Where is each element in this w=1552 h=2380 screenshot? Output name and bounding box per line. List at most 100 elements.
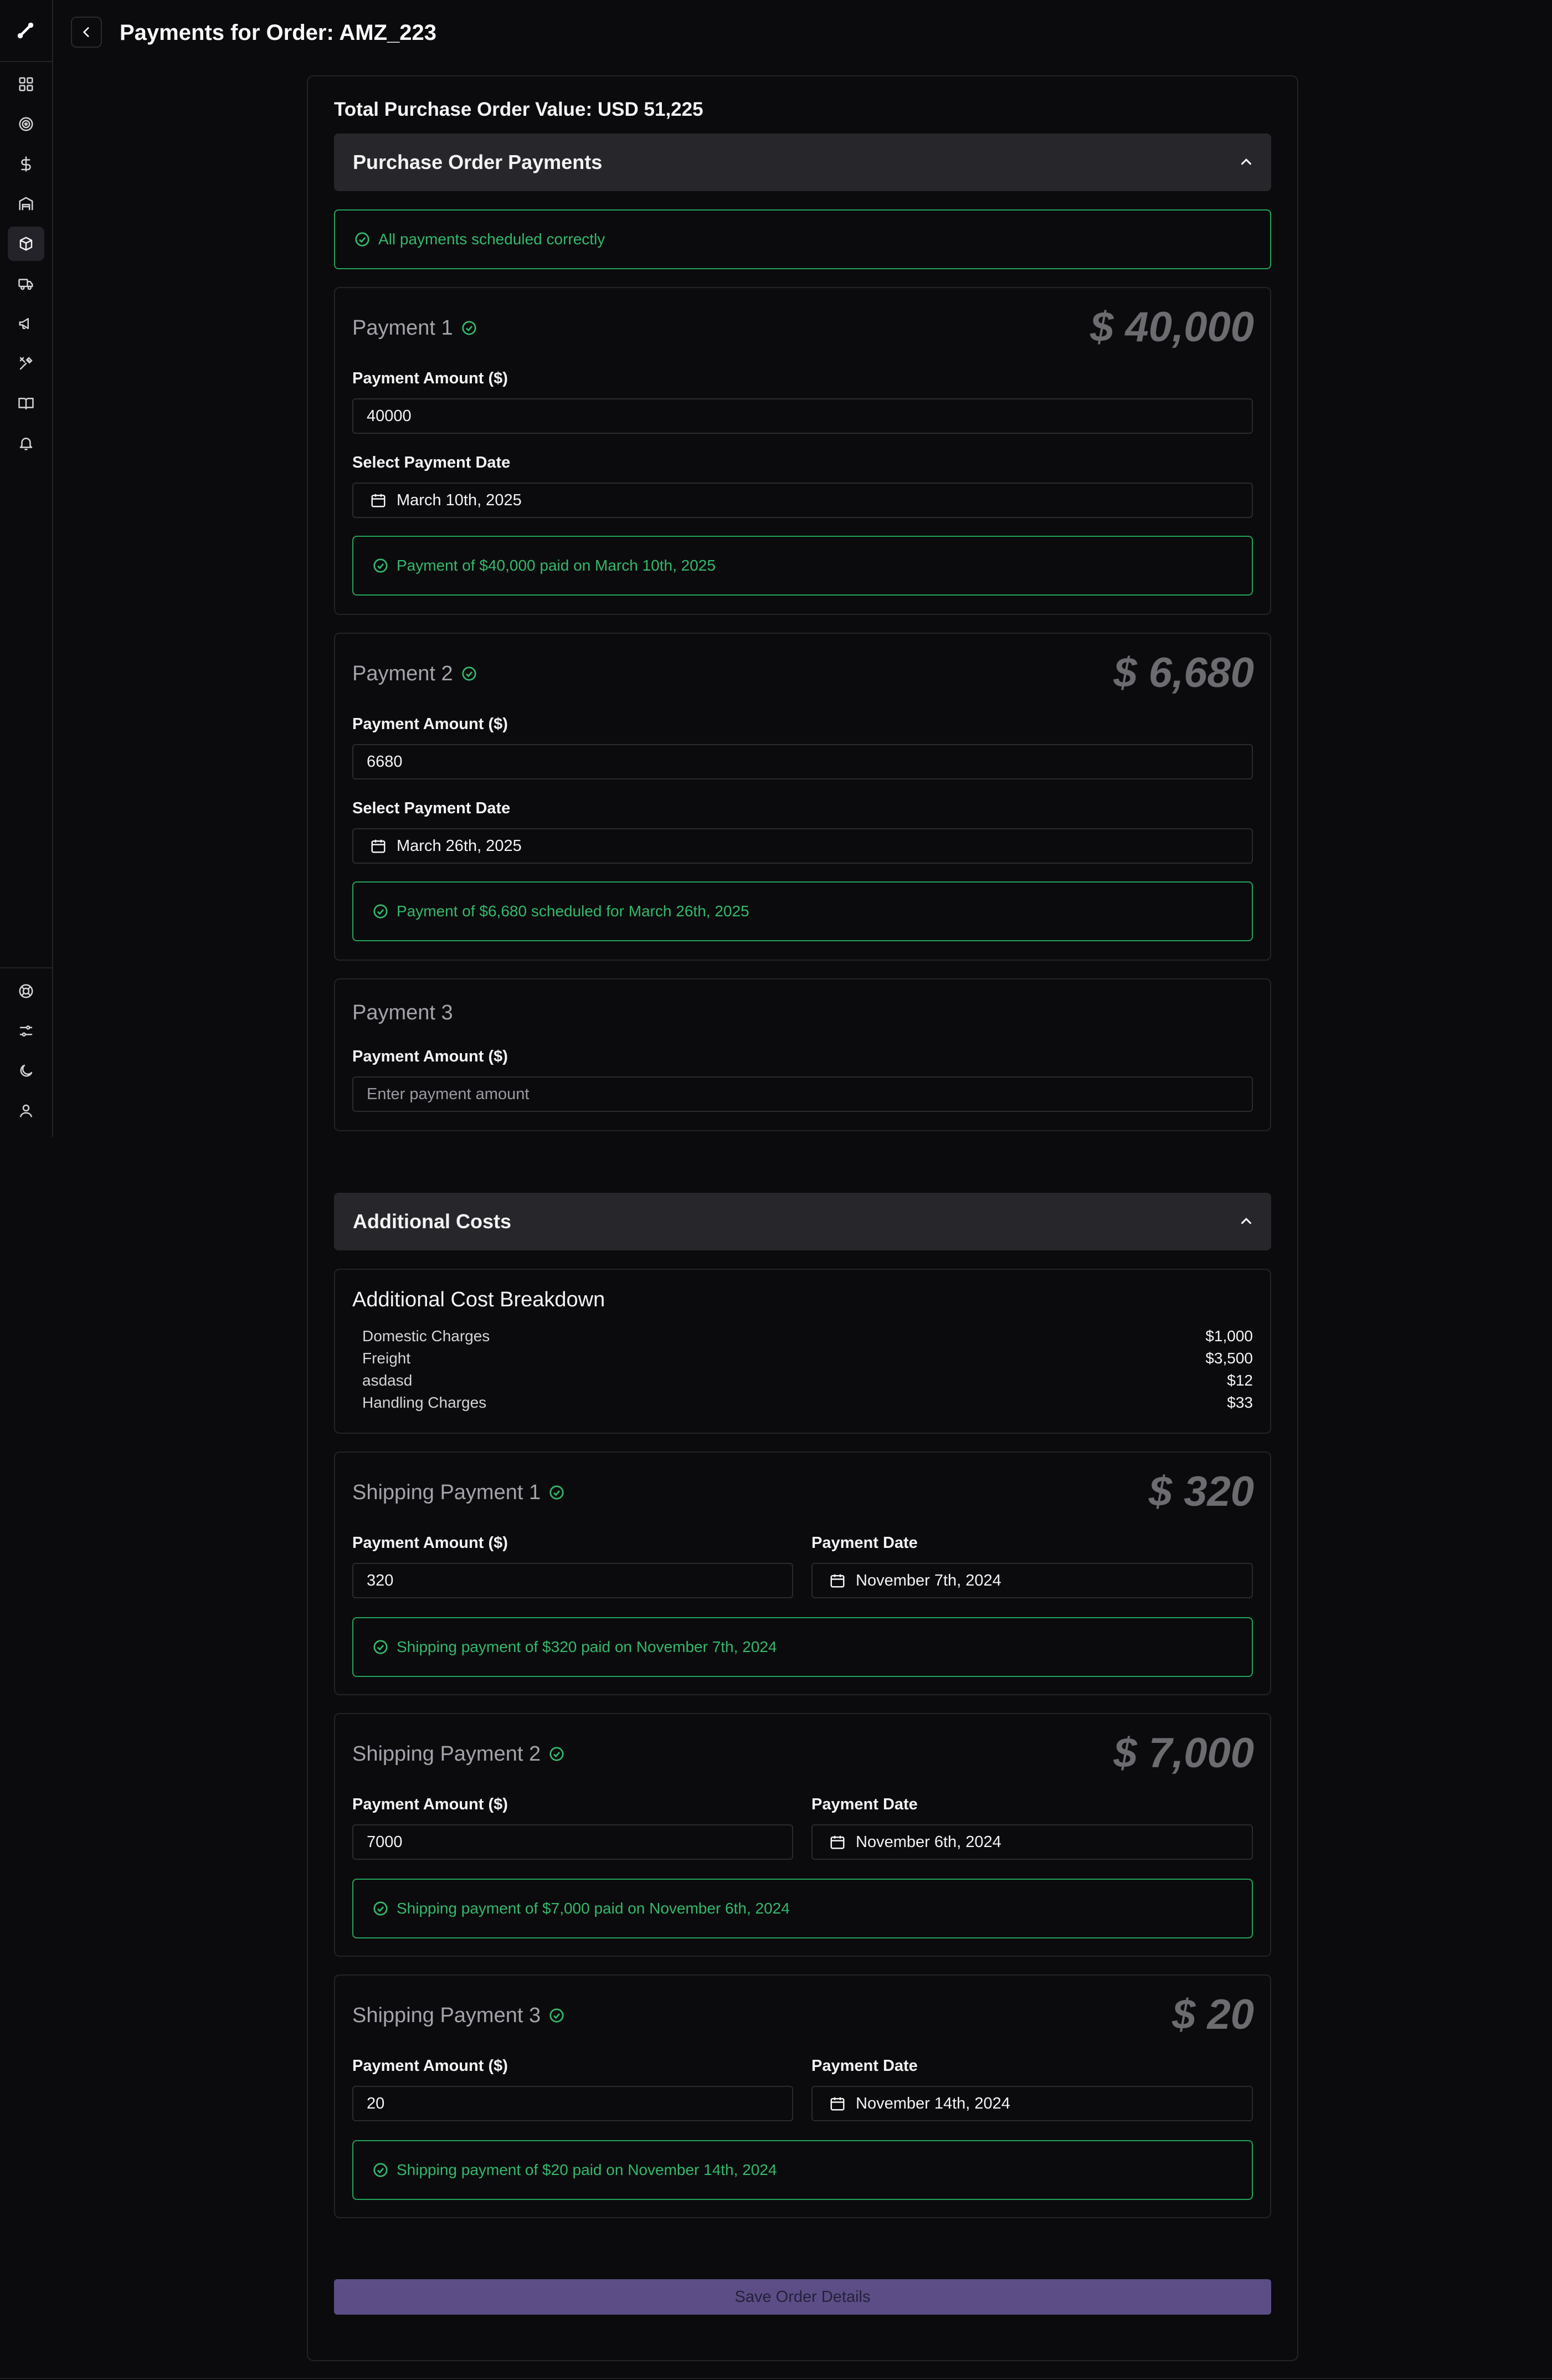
payment-amount-input[interactable] <box>352 398 1253 434</box>
payment-amount-display: $ 7,000 <box>1113 1730 1254 1777</box>
sidebar-item-marketing[interactable] <box>8 306 44 341</box>
tools-icon <box>19 357 33 370</box>
status-text: Shipping payment of $7,000 paid on Novem… <box>397 1900 790 1917</box>
payment-date-picker[interactable]: March 26th, 2025 <box>352 828 1253 864</box>
status-text: Payment of $6,680 scheduled for March 26… <box>397 902 749 920</box>
payment-amount-display: $ 6,680 <box>1113 649 1254 696</box>
sidebar <box>0 0 53 1137</box>
status-text: All payments scheduled correctly <box>378 230 605 248</box>
shipping-payment-title: Shipping Payment 1 <box>352 1479 565 1506</box>
sidebar-item-notifications[interactable] <box>8 426 44 460</box>
amount-label: Payment Amount ($) <box>352 1048 508 1065</box>
check-circle-icon <box>373 558 388 573</box>
sidebar-item-theme[interactable] <box>8 1054 44 1088</box>
truck-icon <box>18 279 33 290</box>
sidebar-item-warehouse[interactable] <box>8 187 44 221</box>
chevron-up-icon <box>1241 158 1252 165</box>
app-logo[interactable] <box>11 13 40 48</box>
amount-label: Payment Amount ($) <box>352 2057 508 2075</box>
payment-status-alert: Payment of $40,000 paid on March 10th, 2… <box>352 536 1253 596</box>
check-circle-icon <box>549 2008 564 2023</box>
calendar-icon <box>371 839 386 853</box>
sidebar-item-shipping[interactable] <box>8 266 44 301</box>
shipping-date-picker[interactable]: November 6th, 2024 <box>811 1824 1253 1860</box>
check-circle-icon <box>373 1640 388 1654</box>
cost-row: Handling Charges $33 <box>362 1394 1253 1416</box>
sidebar-item-settings[interactable] <box>8 1014 44 1048</box>
cost-value: $3,500 <box>1205 1350 1253 1367</box>
sidebar-item-dashboard[interactable] <box>8 67 44 101</box>
date-label: Select Payment Date <box>352 799 511 817</box>
payment-amount-input[interactable] <box>352 744 1253 779</box>
cost-row: asdasd $12 <box>362 1372 1253 1394</box>
section-title: Purchase Order Payments <box>353 151 603 173</box>
megaphone-icon <box>19 318 29 329</box>
sidebar-item-targets[interactable] <box>8 107 44 141</box>
shipping-amount-input[interactable] <box>352 1824 793 1860</box>
payment-title-text: Shipping Payment 3 <box>352 2004 541 2027</box>
payment-title: Payment 3 <box>352 999 453 1026</box>
payment-amount-display: $ 320 <box>1148 1468 1254 1515</box>
amount-label: Payment Amount ($) <box>352 1796 508 1813</box>
calendar-icon <box>371 494 386 507</box>
check-circle-icon <box>462 321 476 335</box>
shipping-amount-input[interactable] <box>352 2086 793 2121</box>
sidebar-item-profile[interactable] <box>8 1094 44 1128</box>
payment-title: Payment 2 <box>352 660 477 687</box>
check-circle-icon <box>462 666 476 681</box>
target-icon <box>19 117 33 131</box>
sidebar-divider <box>0 61 52 62</box>
payment-title-text: Shipping Payment 2 <box>352 1742 541 1766</box>
cost-value: $1,000 <box>1205 1327 1253 1345</box>
package-icon <box>19 237 33 251</box>
chevron-up-icon <box>1241 1218 1252 1224</box>
sidebar-item-tools[interactable] <box>8 346 44 381</box>
shipping-payment-title: Shipping Payment 2 <box>352 1741 565 1767</box>
payment-amount-display: $ 20 <box>1172 1991 1254 2038</box>
check-circle-icon <box>373 1901 388 1916</box>
shipping-amount-input[interactable] <box>352 1563 793 1598</box>
payment-title-text: Payment 3 <box>352 1001 453 1024</box>
breakdown-title: Additional Cost Breakdown <box>352 1288 605 1311</box>
shipping-payment-title: Shipping Payment 3 <box>352 2002 565 2029</box>
payment-amount-display: $ 40,000 <box>1090 304 1254 351</box>
cost-value: $33 <box>1227 1394 1253 1411</box>
sidebar-item-orders[interactable] <box>8 227 44 261</box>
payment-title-text: Shipping Payment 1 <box>352 1481 541 1504</box>
date-value: November 7th, 2024 <box>856 1571 1001 1589</box>
section-title: Additional Costs <box>353 1210 511 1233</box>
payment-date-picker[interactable]: March 10th, 2025 <box>352 483 1253 518</box>
status-text: Payment of $40,000 paid on March 10th, 2… <box>397 557 716 574</box>
total-order-value: Total Purchase Order Value: USD 51,225 <box>334 99 703 120</box>
cost-row: Domestic Charges $1,000 <box>362 1327 1253 1350</box>
payment-amount-input[interactable] <box>352 1076 1253 1112</box>
calendar-icon <box>830 2097 845 2111</box>
shipping-date-picker[interactable]: November 14th, 2024 <box>811 2086 1253 2121</box>
sidebar-item-finance[interactable] <box>8 147 44 181</box>
app-root: Payments for Order: AMZ_223 Total Purcha… <box>0 0 1552 2380</box>
amount-label: Payment Amount ($) <box>352 1534 508 1552</box>
moon-icon <box>20 1064 33 1077</box>
save-order-button[interactable]: Save Order Details <box>334 2279 1271 2315</box>
date-value: March 10th, 2025 <box>397 491 522 509</box>
sidebar-item-docs[interactable] <box>8 386 44 420</box>
page-bottom-divider <box>0 2378 1552 2379</box>
shipping-date-picker[interactable]: November 7th, 2024 <box>811 1563 1253 1598</box>
back-button[interactable] <box>71 17 102 48</box>
cost-label: Freight <box>362 1350 411 1367</box>
additional-costs-header[interactable]: Additional Costs <box>334 1193 1271 1250</box>
user-icon <box>19 1104 33 1117</box>
settings-icon <box>19 1025 33 1037</box>
payment-title-text: Payment 2 <box>352 662 453 685</box>
calendar-icon <box>830 1835 845 1849</box>
chevron-left-icon <box>83 27 89 37</box>
help-icon <box>19 984 33 998</box>
warehouse-icon <box>19 197 33 211</box>
sidebar-item-help[interactable] <box>8 974 44 1008</box>
po-payments-header[interactable]: Purchase Order Payments <box>334 134 1271 191</box>
check-circle-icon <box>549 1485 564 1500</box>
status-text: Shipping payment of $20 paid on November… <box>397 2161 777 2178</box>
sidebar-divider <box>0 967 52 968</box>
shipping-status-alert: Shipping payment of $320 paid on Novembe… <box>352 1617 1253 1677</box>
amount-label: Payment Amount ($) <box>352 715 508 733</box>
